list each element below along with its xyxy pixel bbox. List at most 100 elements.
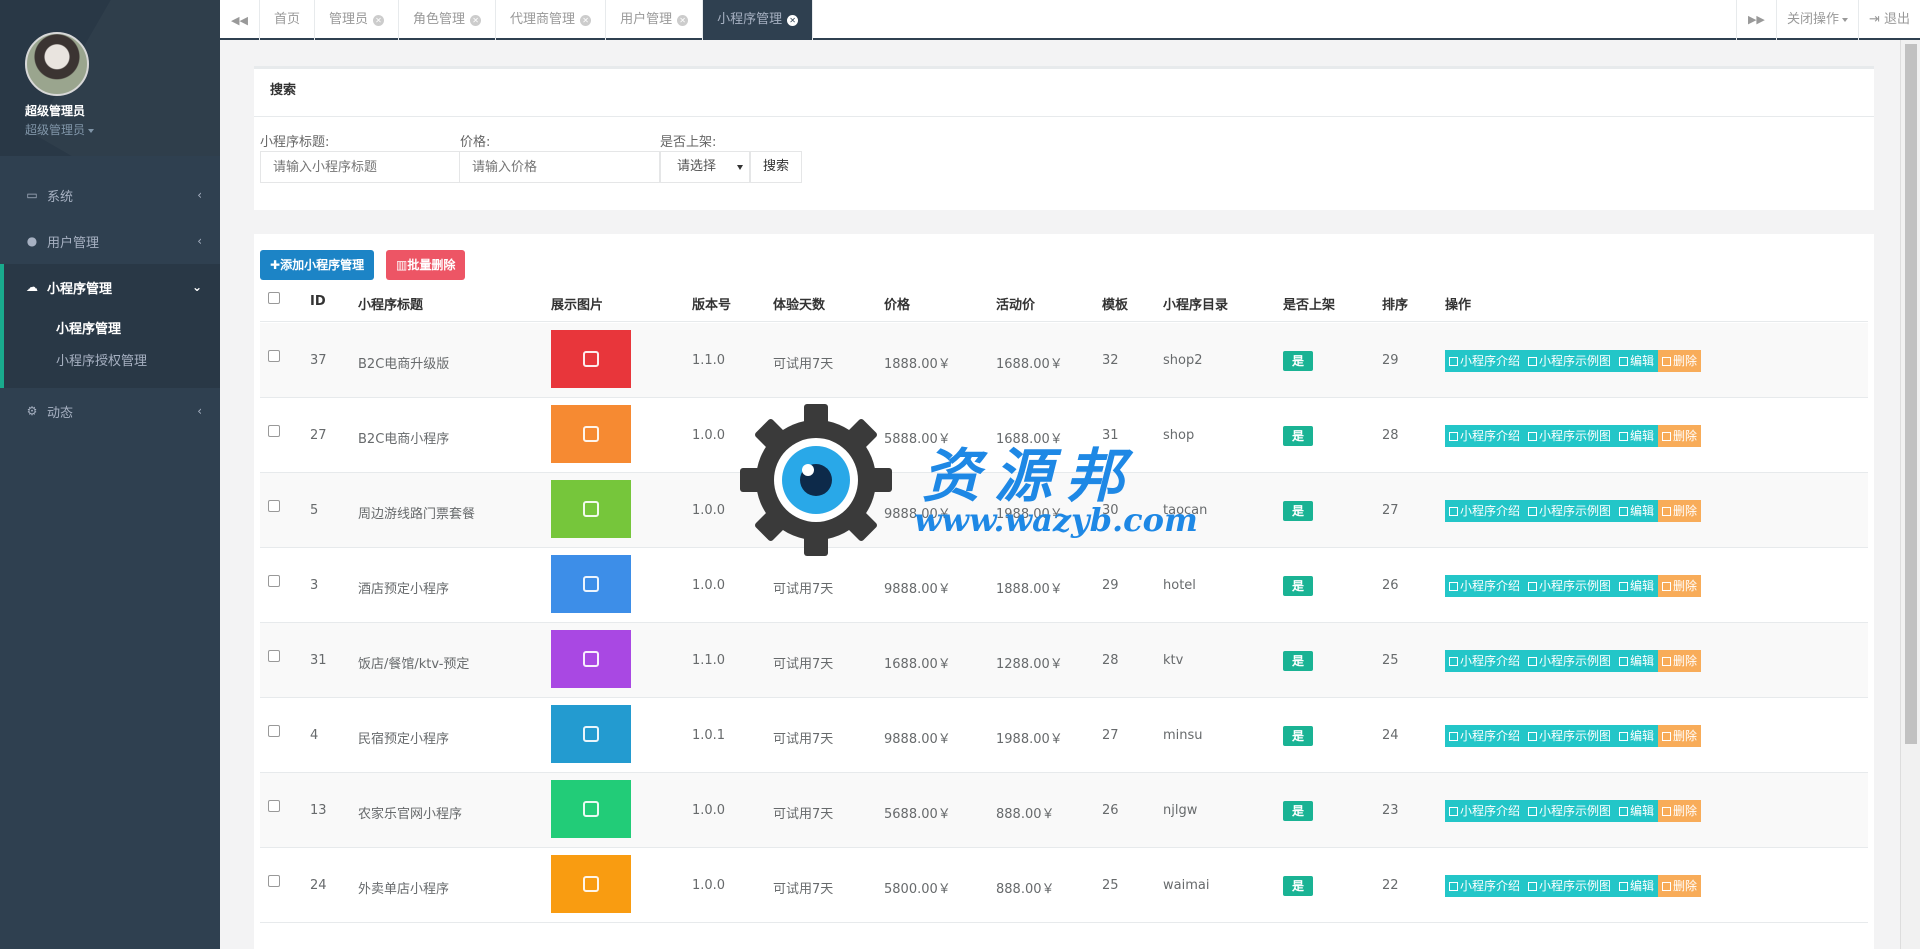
column-header[interactable]: 价格	[884, 294, 910, 313]
column-header[interactable]: 排序	[1382, 294, 1408, 313]
example-images-button[interactable]: 小程序示例图	[1524, 650, 1616, 672]
tab-scroll-right-button[interactable]: ▶▶	[1735, 0, 1776, 40]
intro-button[interactable]: 小程序介绍	[1445, 575, 1525, 597]
preview-image[interactable]	[551, 330, 631, 388]
column-header[interactable]: 展示图片	[551, 294, 603, 313]
sidebar-item-user-management[interactable]: ● 用户管理 ‹	[0, 218, 220, 264]
intro-button[interactable]: 小程序介绍	[1445, 500, 1525, 522]
intro-button[interactable]: 小程序介绍	[1445, 800, 1525, 822]
example-images-button[interactable]: 小程序示例图	[1524, 575, 1616, 597]
intro-button[interactable]: 小程序介绍	[1445, 425, 1525, 447]
column-header[interactable]: 是否上架	[1283, 294, 1335, 313]
column-header[interactable]: 小程序目录	[1163, 294, 1228, 313]
edit-button[interactable]: 编辑	[1615, 350, 1659, 372]
profile-panel: 超级管理员 超级管理员	[0, 0, 220, 156]
preview-image[interactable]	[551, 480, 631, 538]
tab-home[interactable]: 首页	[260, 0, 316, 40]
preview-image[interactable]	[551, 855, 631, 913]
edit-icon	[1528, 807, 1538, 816]
tab-users[interactable]: 用户管理 ✕	[606, 0, 704, 40]
close-icon[interactable]: ✕	[677, 14, 689, 26]
row-checkbox[interactable]	[268, 500, 280, 512]
example-images-button[interactable]: 小程序示例图	[1524, 725, 1616, 747]
tab-miniprogram[interactable]: 小程序管理 ✕	[703, 0, 814, 40]
intro-button[interactable]: 小程序介绍	[1445, 650, 1525, 672]
sidebar-item-system[interactable]: ▭ 系统 ‹	[0, 172, 220, 218]
onsale-select[interactable]: 请选择	[660, 151, 750, 183]
row-checkbox[interactable]	[268, 350, 280, 362]
column-header[interactable]: 体验天数	[773, 294, 825, 313]
delete-button[interactable]: 删除	[1658, 425, 1702, 447]
close-icon[interactable]: ✕	[470, 14, 482, 26]
price-search-input[interactable]	[460, 151, 660, 183]
sidebar-subitem-authorization[interactable]: 小程序授权管理	[4, 346, 220, 378]
example-images-button[interactable]: 小程序示例图	[1524, 425, 1616, 447]
column-header[interactable]: 小程序标题	[358, 294, 423, 313]
tab-scroll-left-button[interactable]: ◀◀	[220, 0, 260, 40]
intro-button[interactable]: 小程序介绍	[1445, 350, 1525, 372]
vertical-scrollbar[interactable]	[1900, 40, 1920, 949]
row-checkbox[interactable]	[268, 875, 280, 887]
preview-image[interactable]	[551, 405, 631, 463]
sidebar-item-dynamic[interactable]: ⚙ 动态 ‹	[0, 388, 220, 434]
edit-button[interactable]: 编辑	[1615, 875, 1659, 897]
add-miniprogram-button[interactable]: ✚添加小程序管理	[260, 250, 375, 280]
cell-price: 1888.00￥	[884, 357, 951, 372]
preview-image[interactable]	[551, 705, 631, 763]
preview-image[interactable]	[551, 555, 631, 613]
column-header[interactable]: 版本号	[692, 294, 731, 313]
select-all-checkbox[interactable]	[268, 292, 280, 304]
column-header[interactable]: 操作	[1445, 294, 1471, 313]
column-header[interactable]: 模板	[1102, 294, 1128, 313]
example-images-button[interactable]: 小程序示例图	[1524, 875, 1616, 897]
close-icon[interactable]: ✕	[580, 14, 592, 26]
row-checkbox[interactable]	[268, 725, 280, 737]
tab-agents[interactable]: 代理商管理 ✕	[496, 0, 607, 40]
preview-image[interactable]	[551, 630, 631, 688]
delete-button[interactable]: 删除	[1658, 650, 1702, 672]
profile-role-dropdown[interactable]: 超级管理员	[25, 121, 220, 138]
preview-image[interactable]	[551, 780, 631, 838]
column-header[interactable]: 活动价	[996, 294, 1035, 313]
intro-button[interactable]: 小程序介绍	[1445, 875, 1525, 897]
close-operations-dropdown[interactable]: 关闭操作	[1775, 0, 1858, 40]
title-search-input[interactable]	[260, 151, 460, 183]
edit-button[interactable]: 编辑	[1615, 575, 1659, 597]
batch-delete-button[interactable]: ▥批量删除	[386, 250, 466, 280]
delete-button[interactable]: 删除	[1658, 725, 1702, 747]
delete-button[interactable]: 删除	[1658, 875, 1702, 897]
example-images-button[interactable]: 小程序示例图	[1524, 800, 1616, 822]
row-checkbox[interactable]	[268, 425, 280, 437]
edit-button[interactable]: 编辑	[1615, 800, 1659, 822]
delete-button[interactable]: 删除	[1658, 800, 1702, 822]
example-images-button[interactable]: 小程序示例图	[1524, 500, 1616, 522]
tab-admin[interactable]: 管理员 ✕	[315, 0, 400, 40]
edit-button[interactable]: 编辑	[1615, 725, 1659, 747]
logout-button[interactable]: ⇥ 退出	[1857, 0, 1920, 40]
avatar[interactable]	[25, 32, 89, 96]
search-button[interactable]: 搜索	[750, 151, 803, 183]
row-checkbox[interactable]	[268, 650, 280, 662]
scrollbar-thumb[interactable]	[1905, 44, 1917, 744]
tab-roles[interactable]: 角色管理 ✕	[399, 0, 497, 40]
example-images-button[interactable]: 小程序示例图	[1524, 350, 1616, 372]
delete-button[interactable]: 删除	[1658, 500, 1702, 522]
sidebar-subitem-miniprogram[interactable]: 小程序管理	[4, 314, 220, 346]
row-checkbox[interactable]	[268, 575, 280, 587]
intro-button[interactable]: 小程序介绍	[1445, 725, 1525, 747]
profile-name: 超级管理员	[25, 104, 86, 118]
row-checkbox[interactable]	[268, 800, 280, 812]
close-icon[interactable]: ✕	[373, 14, 385, 26]
app-icon	[583, 501, 599, 517]
edit-button[interactable]: 编辑	[1615, 425, 1659, 447]
delete-button[interactable]: 删除	[1658, 575, 1702, 597]
sidebar-item-miniprogram-management[interactable]: ☁ 小程序管理 ⌄	[0, 264, 220, 310]
close-icon[interactable]: ✕	[787, 14, 799, 26]
action-label: 小程序示例图	[1539, 354, 1612, 368]
delete-button[interactable]: 删除	[1658, 350, 1702, 372]
column-header[interactable]: ID	[310, 294, 326, 309]
edit-button[interactable]: 编辑	[1615, 650, 1659, 672]
cell-promo: 1988.00￥	[996, 507, 1063, 522]
edit-button[interactable]: 编辑	[1615, 500, 1659, 522]
search-form: 小程序标题: 价格: 是否上架: 请选择 搜索	[260, 131, 803, 183]
